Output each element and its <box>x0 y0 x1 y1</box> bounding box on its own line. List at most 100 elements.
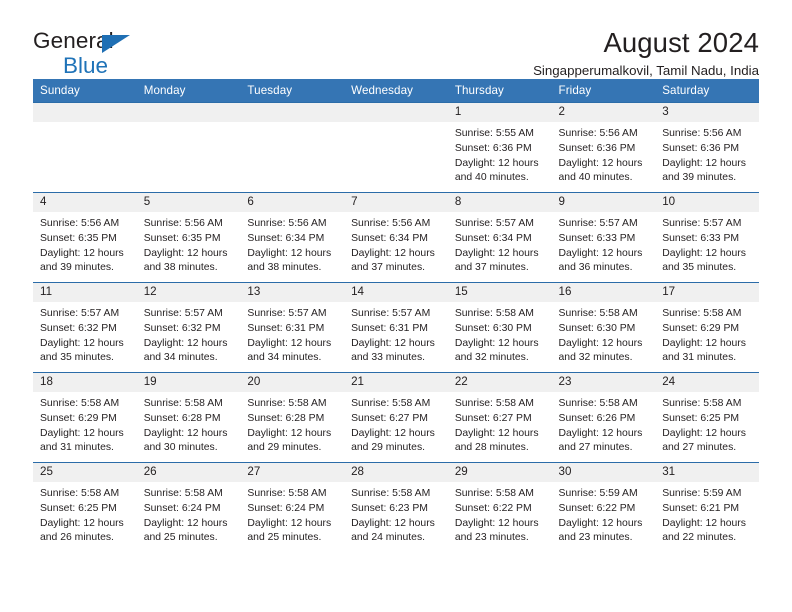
calendar-day-cell[interactable]: 24 Sunrise: 5:58 AM Sunset: 6:25 PM Dayligh… <box>655 372 759 463</box>
sunrise-text: Sunrise: 5:57 AM <box>558 218 638 229</box>
day-cell-inner: 7 Sunrise: 5:56 AM Sunset: 6:34 PM Daylight… <box>344 193 448 282</box>
sunrise-text: Sunrise: 5:58 AM <box>351 398 431 409</box>
calendar-day-cell[interactable]: 11 Sunrise: 5:57 AM Sunset: 6:32 PM Dayligh… <box>33 282 137 373</box>
calendar-day-cell[interactable]: 25 Sunrise: 5:58 AM Sunset: 6:25 PM Dayligh… <box>33 462 137 553</box>
calendar-day-cell[interactable]: 9 Sunrise: 5:57 AM Sunset: 6:33 PM Daylight… <box>551 192 656 283</box>
day-cell-details: Sunrise: 5:58 AM Sunset: 6:26 PM Daylight:… <box>552 392 656 456</box>
day-number: 18 <box>33 373 137 392</box>
sunset-text: Sunset: 6:29 PM <box>40 412 117 424</box>
daylight-text-line2: and 34 minutes. <box>247 352 322 364</box>
calendar-day-cell[interactable]: 17 Sunrise: 5:58 AM Sunset: 6:29 PM Dayligh… <box>655 282 759 373</box>
calendar-day-cell[interactable]: 30 Sunrise: 5:59 AM Sunset: 6:22 PM Dayligh… <box>551 462 656 553</box>
calendar-day-cell[interactable]: 5 Sunrise: 5:56 AM Sunset: 6:35 PM Daylight… <box>136 192 241 283</box>
sunrise-text: Sunrise: 5:57 AM <box>454 218 534 229</box>
calendar-day-cell[interactable]: 10 Sunrise: 5:57 AM Sunset: 6:33 PM Dayligh… <box>655 192 759 283</box>
day-number: 27 <box>240 463 345 482</box>
general-blue-logo[interactable]: General Blue <box>33 28 243 80</box>
sunrise-text: Sunrise: 5:55 AM <box>454 128 534 139</box>
day-cell-inner: 25 Sunrise: 5:58 AM Sunset: 6:25 PM Dayligh… <box>33 463 137 553</box>
sunset-text: Sunset: 6:23 PM <box>351 502 428 514</box>
sunrise-text: Sunrise: 5:58 AM <box>558 398 638 409</box>
daylight-text-line1: Daylight: 12 hours <box>558 157 643 169</box>
calendar-day-cell[interactable]: 15 Sunrise: 5:58 AM Sunset: 6:30 PM Dayligh… <box>447 282 552 373</box>
calendar-day-cell[interactable]: 20 Sunrise: 5:58 AM Sunset: 6:28 PM Dayligh… <box>240 372 345 463</box>
weekday-header-sunday: Sunday <box>33 79 137 103</box>
sunset-text: Sunset: 6:29 PM <box>662 322 740 334</box>
sunrise-text: Sunrise: 5:56 AM <box>40 218 120 229</box>
calendar-day-cell[interactable]: 22 Sunrise: 5:58 AM Sunset: 6:27 PM Dayligh… <box>447 372 552 463</box>
daylight-text-line1: Daylight: 12 hours <box>558 517 643 529</box>
daylight-text-line2: and 36 minutes. <box>558 262 633 274</box>
calendar-day-cell[interactable]: 23 Sunrise: 5:58 AM Sunset: 6:26 PM Dayligh… <box>551 372 656 463</box>
day-number: 28 <box>344 463 448 482</box>
sunrise-text: Sunrise: 5:58 AM <box>454 488 534 499</box>
sunset-text: Sunset: 6:31 PM <box>247 322 325 334</box>
calendar-day-cell[interactable]: 31 Sunrise: 5:59 AM Sunset: 6:21 PM Dayligh… <box>655 462 759 553</box>
calendar-day-cell[interactable]: 14 Sunrise: 5:57 AM Sunset: 6:31 PM Dayligh… <box>344 282 448 373</box>
day-number: 15 <box>447 283 552 302</box>
sunset-text: Sunset: 6:36 PM <box>454 142 532 154</box>
sunset-text: Sunset: 6:35 PM <box>143 232 221 244</box>
sunset-text: Sunset: 6:30 PM <box>558 322 636 334</box>
daylight-text-line2: and 30 minutes. <box>143 442 218 454</box>
daylight-text-line1: Daylight: 12 hours <box>558 427 643 439</box>
day-cell-details: Sunrise: 5:58 AM Sunset: 6:25 PM Daylight:… <box>655 392 759 456</box>
sunrise-text: Sunrise: 5:58 AM <box>40 488 120 499</box>
calendar-day-cell[interactable]: 16 Sunrise: 5:58 AM Sunset: 6:30 PM Dayligh… <box>551 282 656 373</box>
day-cell-details: Sunrise: 5:58 AM Sunset: 6:29 PM Daylight:… <box>33 392 137 456</box>
sunrise-text: Sunrise: 5:58 AM <box>351 488 431 499</box>
day-number: 12 <box>136 283 241 302</box>
calendar-day-cell[interactable]: 29 Sunrise: 5:58 AM Sunset: 6:22 PM Dayligh… <box>447 462 552 553</box>
day-cell-inner: 3 Sunrise: 5:56 AM Sunset: 6:36 PM Daylight… <box>655 103 759 192</box>
day-cell-inner: 22 Sunrise: 5:58 AM Sunset: 6:27 PM Dayligh… <box>447 373 552 462</box>
sunset-text: Sunset: 6:28 PM <box>247 412 325 424</box>
day-cell-inner: 15 Sunrise: 5:58 AM Sunset: 6:30 PM Dayligh… <box>447 283 552 372</box>
day-cell-inner: 10 Sunrise: 5:57 AM Sunset: 6:33 PM Dayligh… <box>655 193 759 282</box>
day-cell-details: Sunrise: 5:59 AM Sunset: 6:21 PM Daylight:… <box>655 482 759 546</box>
sunrise-text: Sunrise: 5:58 AM <box>143 398 223 409</box>
day-number <box>136 103 241 122</box>
calendar-week-row: 18 Sunrise: 5:58 AM Sunset: 6:29 PM Dayligh… <box>33 372 759 463</box>
calendar-day-cell[interactable]: 13 Sunrise: 5:57 AM Sunset: 6:31 PM Dayligh… <box>240 282 345 373</box>
sunset-text: Sunset: 6:27 PM <box>454 412 532 424</box>
daylight-text-line1: Daylight: 12 hours <box>454 337 539 349</box>
calendar-day-cell[interactable]: 4 Sunrise: 5:56 AM Sunset: 6:35 PM Daylight… <box>33 192 137 283</box>
day-cell-details: Sunrise: 5:56 AM Sunset: 6:34 PM Daylight:… <box>240 212 344 276</box>
day-cell-inner: 8 Sunrise: 5:57 AM Sunset: 6:34 PM Daylight… <box>447 193 552 282</box>
day-cell-details: Sunrise: 5:57 AM Sunset: 6:32 PM Daylight:… <box>137 302 241 366</box>
calendar-day-cell[interactable]: 26 Sunrise: 5:58 AM Sunset: 6:24 PM Dayligh… <box>136 462 241 553</box>
sunset-text: Sunset: 6:24 PM <box>247 502 325 514</box>
day-cell-inner: 31 Sunrise: 5:59 AM Sunset: 6:21 PM Dayligh… <box>655 463 759 553</box>
calendar-day-cell[interactable]: 7 Sunrise: 5:56 AM Sunset: 6:34 PM Daylight… <box>344 192 448 283</box>
daylight-text-line1: Daylight: 12 hours <box>558 247 643 259</box>
daylight-text-line2: and 25 minutes. <box>247 532 322 544</box>
sunrise-text: Sunrise: 5:56 AM <box>247 218 327 229</box>
day-cell-details: Sunrise: 5:56 AM Sunset: 6:36 PM Daylight:… <box>655 122 759 186</box>
sunrise-text: Sunrise: 5:58 AM <box>558 308 638 319</box>
calendar-day-cell[interactable]: 27 Sunrise: 5:58 AM Sunset: 6:24 PM Dayligh… <box>240 462 345 553</box>
calendar-day-cell[interactable]: 6 Sunrise: 5:56 AM Sunset: 6:34 PM Daylight… <box>240 192 345 283</box>
daylight-text-line1: Daylight: 12 hours <box>143 247 228 259</box>
calendar-day-cell[interactable]: 3 Sunrise: 5:56 AM Sunset: 6:36 PM Daylight… <box>655 102 759 193</box>
day-cell-inner <box>136 103 241 192</box>
day-number: 8 <box>447 193 552 212</box>
day-number: 7 <box>344 193 448 212</box>
sunset-text: Sunset: 6:33 PM <box>662 232 740 244</box>
sunset-text: Sunset: 6:34 PM <box>454 232 532 244</box>
sunrise-text: Sunrise: 5:59 AM <box>662 488 742 499</box>
day-cell-details: Sunrise: 5:58 AM Sunset: 6:27 PM Daylight:… <box>448 392 552 456</box>
weekday-header-tuesday: Tuesday <box>240 79 345 103</box>
calendar-day-cell[interactable]: 8 Sunrise: 5:57 AM Sunset: 6:34 PM Daylight… <box>447 192 552 283</box>
day-number: 2 <box>551 103 656 122</box>
sunset-text: Sunset: 6:34 PM <box>351 232 428 244</box>
calendar-day-cell[interactable]: 18 Sunrise: 5:58 AM Sunset: 6:29 PM Dayligh… <box>33 372 137 463</box>
calendar-day-cell[interactable]: 2 Sunrise: 5:56 AM Sunset: 6:36 PM Daylight… <box>551 102 656 193</box>
day-number: 5 <box>136 193 241 212</box>
calendar-day-cell[interactable]: 28 Sunrise: 5:58 AM Sunset: 6:23 PM Dayligh… <box>344 462 448 553</box>
calendar-day-cell[interactable]: 21 Sunrise: 5:58 AM Sunset: 6:27 PM Dayligh… <box>344 372 448 463</box>
calendar-day-cell[interactable]: 19 Sunrise: 5:58 AM Sunset: 6:28 PM Dayligh… <box>136 372 241 463</box>
daylight-text-line2: and 35 minutes. <box>40 352 114 364</box>
calendar-day-cell[interactable]: 1 Sunrise: 5:55 AM Sunset: 6:36 PM Daylight… <box>447 102 552 193</box>
calendar-day-cell[interactable]: 12 Sunrise: 5:57 AM Sunset: 6:32 PM Dayligh… <box>136 282 241 373</box>
day-cell-inner: 13 Sunrise: 5:57 AM Sunset: 6:31 PM Dayligh… <box>240 283 345 372</box>
